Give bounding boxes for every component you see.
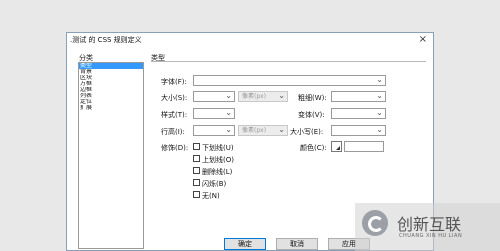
chevron-down-icon: ⌄	[376, 108, 383, 117]
font-style-label: 样式(T):	[161, 111, 188, 119]
close-icon[interactable]: ×	[419, 34, 427, 45]
chevron-down-icon: ⌄	[376, 125, 383, 134]
title-bar: .测试 的 CSS 规则定义 ×	[67, 33, 433, 47]
chevron-down-icon: ⌄	[225, 125, 232, 134]
watermark: 创新互联 CHUANG XIN HU LIAN	[355, 203, 500, 251]
font-size-label: 大小(S):	[161, 94, 188, 102]
category-list[interactable]: 类型 背景 区块 方框 边框 列表 定位 扩展	[78, 62, 144, 249]
font-size-unit: 像素(px)	[242, 93, 267, 100]
watermark-subtext: CHUANG XIN HU LIAN	[399, 233, 463, 239]
text-transform-label: 大小写(E):	[290, 128, 324, 136]
none-checkbox[interactable]	[193, 191, 200, 198]
overline-label: 上划线(O)	[202, 156, 234, 164]
chevron-down-icon: ⌄	[225, 108, 232, 117]
chevron-down-icon: ⌄	[278, 91, 285, 100]
font-size-select[interactable]: ⌄	[193, 91, 235, 102]
line-height-select[interactable]: ⌄	[193, 125, 235, 136]
underline-checkbox[interactable]	[193, 143, 200, 150]
cancel-button[interactable]: 取消	[276, 238, 318, 250]
blink-label: 闪烁(B)	[202, 180, 227, 188]
chevron-down-icon: ⌄	[225, 91, 232, 100]
line-height-unit-select[interactable]: 像素(px) ⌄	[238, 125, 288, 136]
line-height-unit: 像素(px)	[242, 127, 267, 134]
watermark-text: 创新互联	[397, 215, 462, 234]
ok-button[interactable]: 确定	[224, 238, 266, 250]
chevron-down-icon: ⌄	[376, 91, 383, 100]
dialog-title: .测试 的 CSS 规则定义	[70, 36, 142, 44]
text-transform-select[interactable]: ⌄	[331, 125, 386, 136]
none-label: 无(N)	[202, 192, 220, 200]
chevron-down-icon: ⌄	[376, 75, 383, 84]
font-variant-label: 变体(V):	[298, 111, 325, 119]
font-style-select[interactable]: ⌄	[193, 108, 235, 119]
font-variant-select[interactable]: ⌄	[331, 108, 386, 119]
color-picker-swatch[interactable]	[331, 141, 342, 152]
line-through-label: 删除线(L)	[202, 168, 233, 176]
heading-divider	[151, 61, 426, 62]
font-family-select[interactable]: ⌄	[193, 75, 386, 86]
font-weight-label: 粗细(W):	[298, 94, 327, 102]
line-through-checkbox[interactable]	[193, 167, 200, 174]
watermark-logo-icon	[362, 210, 388, 236]
color-input[interactable]	[344, 141, 384, 152]
underline-label: 下划线(U)	[202, 144, 234, 152]
font-size-unit-select[interactable]: 像素(px) ⌄	[238, 91, 288, 102]
text-decoration-label: 修饰(D):	[161, 144, 189, 152]
category-item-extensions[interactable]: 扩展	[79, 105, 143, 111]
chevron-down-icon: ⌄	[278, 125, 285, 134]
line-height-label: 行高(I):	[161, 128, 185, 136]
blink-checkbox[interactable]	[193, 179, 200, 186]
font-weight-select[interactable]: ⌄	[331, 91, 386, 102]
color-label: 颜色(C):	[300, 144, 327, 152]
font-family-label: 字体(F):	[161, 78, 187, 86]
overline-checkbox[interactable]	[193, 155, 200, 162]
